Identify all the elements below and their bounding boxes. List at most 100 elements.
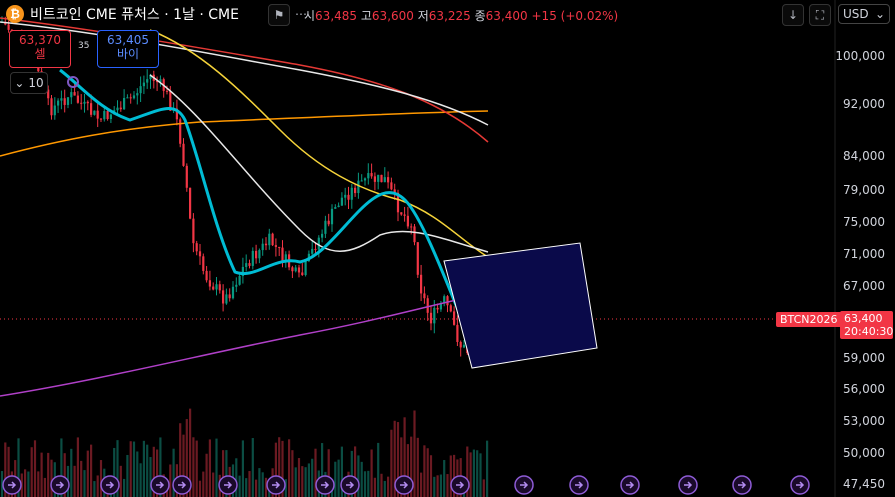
candle (462, 344, 466, 348)
ohlc-values: 시63,485 고63,600 저63,225 종63,400 +15 (+0.… (304, 9, 619, 23)
volume-bar (472, 449, 475, 497)
volume-bar (47, 452, 50, 497)
candle (123, 98, 126, 110)
volume-bar (43, 477, 46, 497)
volume-bar (33, 440, 37, 497)
chevron-down-icon: ⌄ (874, 7, 885, 21)
forecast-box (443, 242, 598, 369)
candles (0, 16, 489, 366)
volume-bar (251, 438, 254, 497)
price-label: 71,000 (843, 247, 885, 261)
volume-bar (297, 458, 301, 497)
candle (294, 267, 297, 272)
candle (291, 267, 294, 272)
price-label: 56,000 (843, 382, 885, 396)
volume-bar (90, 444, 93, 497)
candle (416, 242, 419, 275)
candle (274, 245, 277, 247)
volume-bar (380, 473, 383, 497)
volume-bar (301, 466, 304, 497)
volume-bar (255, 479, 258, 497)
volume-bar (146, 444, 149, 497)
price-label: 47,450 (843, 477, 885, 491)
candle (264, 243, 268, 246)
candle (413, 226, 416, 243)
candle (129, 97, 132, 99)
candle (109, 114, 112, 120)
volume-bar (429, 455, 433, 497)
volume-bar (198, 480, 202, 497)
symbol-title[interactable]: 비트코인 CME 퓨처스 · 1날 · CME (30, 4, 239, 24)
chart-canvas[interactable] (0, 0, 895, 497)
down-arrow-icon[interactable]: ↓ (782, 4, 804, 26)
volume-bar (261, 472, 264, 497)
candle (116, 107, 119, 111)
buy-button[interactable]: 63,405 바이 (97, 30, 159, 68)
volume-bar (149, 457, 152, 497)
candle (185, 165, 188, 188)
candle (142, 82, 145, 87)
price-label: 100,000 (835, 49, 885, 63)
volume-bar (294, 467, 297, 497)
candle (208, 280, 211, 287)
candle (146, 79, 149, 83)
interval-select[interactable]: ⌄ 10 (10, 72, 48, 94)
volume-bar (142, 440, 145, 497)
volume-bar (126, 454, 129, 497)
volume-bar (83, 470, 86, 497)
candle (245, 263, 248, 267)
volume-bar (482, 479, 485, 497)
volume-bar (238, 475, 241, 497)
ma-orange-line (0, 110, 489, 157)
volume-bar (248, 471, 251, 497)
volume-bar (476, 450, 479, 497)
volume-bar (443, 460, 446, 497)
volume-bar (30, 447, 33, 497)
candle (73, 92, 76, 96)
candle (225, 294, 228, 304)
candle (390, 182, 393, 190)
candle (192, 218, 195, 244)
candle (248, 263, 251, 266)
volume-bar (245, 478, 248, 497)
candle (96, 110, 99, 119)
candle (132, 95, 136, 99)
volume-bar (469, 452, 472, 497)
candle (258, 250, 261, 259)
volume-bar (205, 453, 208, 497)
volume-bar (439, 474, 442, 497)
candle (380, 174, 383, 183)
candle (433, 307, 436, 324)
candle (367, 173, 370, 179)
candle (449, 305, 452, 312)
volume-bar (24, 469, 27, 497)
spread-value: 35 (78, 41, 90, 51)
ma-purple-line (0, 292, 489, 397)
fullscreen-icon[interactable]: ⛶ (809, 4, 831, 26)
sell-button[interactable]: 63,370 셀 (9, 30, 71, 68)
candle (136, 93, 139, 96)
candle (311, 248, 314, 254)
candle (446, 296, 449, 306)
flag-icon[interactable]: ⚑ (268, 4, 290, 26)
price-label: 75,000 (843, 215, 885, 229)
candle (99, 118, 103, 120)
volume-bar (370, 449, 373, 497)
volume-bar (132, 441, 136, 497)
volume-bar (449, 455, 452, 497)
candle (106, 111, 109, 120)
volume-bar (337, 459, 340, 497)
candle (324, 220, 327, 234)
price-label: 84,000 (843, 149, 885, 163)
volume-bar (390, 429, 393, 497)
candle (198, 251, 202, 257)
currency-select[interactable]: USD ⌄ (838, 4, 890, 24)
volume-bar (423, 445, 426, 497)
volume-bar (433, 476, 436, 497)
volume-bar (212, 472, 215, 497)
candle (251, 250, 254, 266)
candle (327, 220, 330, 225)
volume-bar (446, 474, 449, 497)
volume-bar (208, 439, 211, 497)
candle (189, 187, 192, 219)
